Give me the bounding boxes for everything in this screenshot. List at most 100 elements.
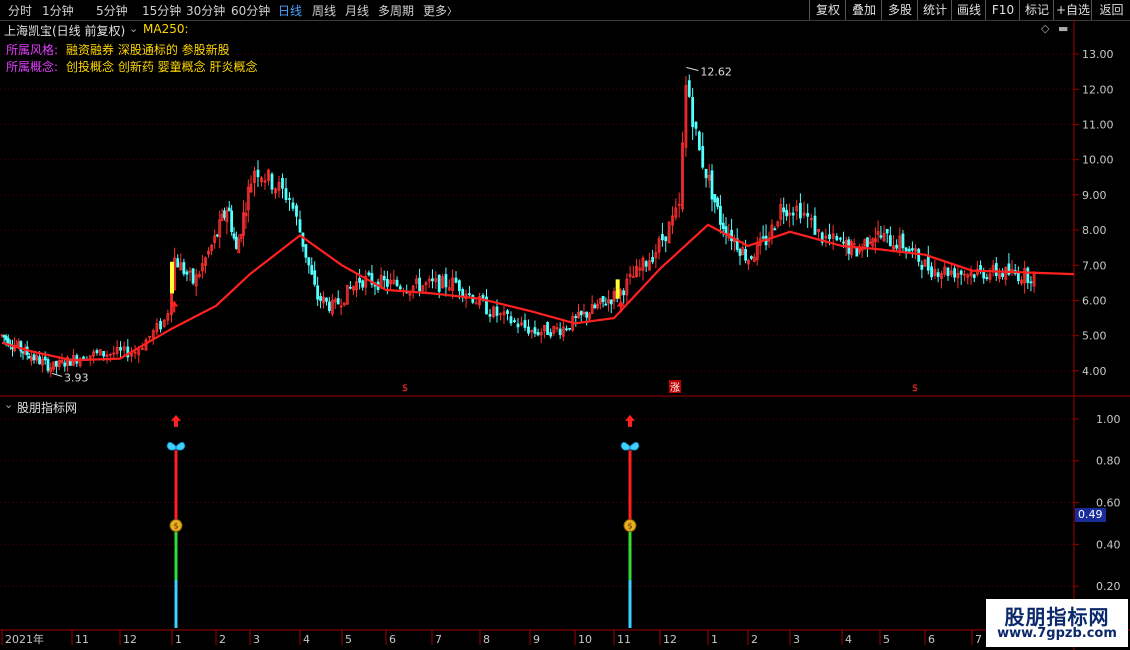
ma250-line [1,223,1075,362]
candle-body [835,236,839,241]
candle-body [972,274,976,278]
tab-5min[interactable]: 5分钟 [96,2,128,19]
tab-30min[interactable]: 30分钟 [186,2,225,19]
diamond-icon[interactable]: ◇ [1041,22,1049,35]
date-tick-label: 7 [435,633,442,646]
candle-body [546,322,549,335]
tab-15min[interactable]: 15分钟 [142,2,181,19]
candle-body [946,267,950,276]
concept-label: 所属概念: [6,60,59,74]
statistics-button[interactable]: 统计 [917,0,952,20]
date-tick-label: 6 [389,633,396,646]
candle-body [32,354,36,361]
candle-body [730,229,733,242]
price-tick-label: 5.00 [1082,330,1107,343]
candle-body [585,311,589,318]
candle-body [985,277,989,279]
candle-body [232,233,236,239]
multi-stock-button[interactable]: 多股 [881,0,918,20]
date-tick-label: 3 [253,633,260,646]
candle-body [230,210,234,233]
tab-monthly[interactable]: 月线 [345,2,369,19]
candle-body [316,285,320,300]
candle-body [1016,272,1020,282]
date-tick-label: 3 [793,633,800,646]
candle-body [574,316,578,319]
candle-body [579,310,583,316]
tab-more[interactable]: 更多〉 [423,2,457,19]
candle-body [953,268,957,278]
butterfly-icon [620,441,640,451]
tab-60min[interactable]: 60分钟 [231,2,270,19]
indicator-arrow-icon [171,414,181,427]
candle-body [782,207,786,213]
candle-body [565,328,568,331]
overlay-button[interactable]: 叠加 [845,0,882,20]
draw-line-button[interactable]: 画线 [951,0,986,20]
price-tick-label: 9.00 [1082,189,1107,202]
candle-body [601,295,605,302]
candle-body [495,306,499,316]
candle-body [523,320,527,328]
candle-body [43,356,47,361]
chart-canvas[interactable]: 12.623.93$ 涨 $ $ $ 13.0012.0011.0010.009.00… [0,20,1130,650]
candle-body [310,265,314,275]
candle-body [313,270,317,285]
candle-body [930,266,933,278]
minus-icon[interactable]: ▬ [1058,22,1068,35]
candle-body [904,247,908,252]
candle-body [159,320,162,330]
f10-button[interactable]: F10 [985,0,1020,20]
indicator-tick-label: 1.00 [1096,413,1121,426]
style-label: 所属风格: [6,43,59,57]
candle-body [651,257,655,263]
candle-body [536,332,540,336]
price-tick-label: 12.00 [1082,83,1114,96]
event-marker: $ [912,383,918,394]
tab-1min[interactable]: 1分钟 [42,2,74,19]
candle-body [895,244,899,249]
event-marker: 涨 [670,382,680,394]
candle-body [907,248,911,252]
mark-button[interactable]: 标记 [1019,0,1054,20]
candle-body [506,310,509,315]
date-tick-label: 11 [75,633,89,646]
candle-body [319,296,322,301]
candle-body [444,274,448,288]
money-bag-symbol: $ [173,522,178,531]
candle-body [839,237,842,240]
tab-daily[interactable]: 日线 [278,2,302,19]
candle-body [687,80,691,97]
candle-body [385,279,389,287]
candle-body [182,262,186,275]
date-tick-label: 4 [845,633,852,646]
chevron-down-icon[interactable]: ⌄ [129,22,138,35]
tab-fenshi[interactable]: 分时 [8,2,32,19]
back-button[interactable]: 返回 [1091,0,1130,20]
fuquan-button[interactable]: 复权 [809,0,846,20]
signal-candle [170,261,174,294]
ma-label: MA250: [143,22,189,36]
add-favorite-button[interactable]: +自选 [1053,0,1092,20]
candle-body [644,261,648,267]
candle-body [806,213,810,217]
candle-body [694,121,698,129]
candle-body [256,169,260,178]
candle-body [398,286,402,290]
tab-weekly[interactable]: 周线 [312,2,336,19]
indicator-collapse-icon[interactable]: ⌄ [4,398,13,411]
candle-body [911,248,914,251]
candle-body [549,332,553,337]
candle-body [888,235,892,247]
candle-body [664,236,668,242]
stock-title: 上海凯宝(日线 前复权) [4,24,126,38]
candle-body [227,207,231,212]
concept-value: 创投概念 创新药 婴童概念 肝炎概念 [66,60,258,74]
candle-body [361,280,365,288]
tab-multi-period[interactable]: 多周期 [378,2,414,19]
price-tick-label: 7.00 [1082,259,1107,272]
candle-body [713,194,717,203]
date-tick-label: 5 [345,633,352,646]
candle-body [95,350,99,354]
indicator-arrow-icon [625,414,635,427]
